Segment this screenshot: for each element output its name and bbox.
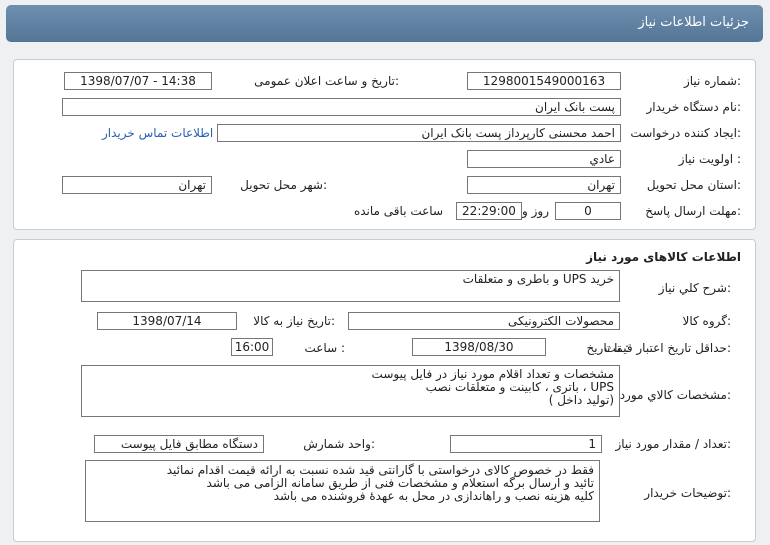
goods-group-field[interactable]: محصولات الکترونیکی (348, 312, 620, 330)
buyer-notes-label: توضیحات خریدار: (644, 486, 731, 500)
page-title: جزئیات اطلاعات نیاز (638, 15, 749, 30)
quantity-field[interactable]: 1 (450, 435, 602, 453)
need-date-label: تاریخ نیاز به کالا: (253, 314, 335, 328)
announce-date-label: تاریخ و ساعت اعلان عمومی: (254, 74, 399, 88)
page-header: جزئیات اطلاعات نیاز (6, 5, 763, 42)
buyer-org-field[interactable]: پست بانک ایران (62, 98, 621, 116)
province-field[interactable]: تهران (467, 176, 621, 194)
deadline-days-field[interactable]: 0 (555, 202, 621, 220)
unit-label: واحد شمارش: (303, 437, 375, 451)
requester-field[interactable]: احمد محسنی کارپرداز پست بانک ایران (217, 124, 621, 142)
goods-section-title: اطلاعات کالاهای مورد نیاز (586, 250, 741, 264)
summary-field[interactable]: خرید UPS و باطری و متعلقات (81, 270, 620, 302)
need-date-field[interactable]: 1398/07/14 (97, 312, 237, 330)
quantity-label: تعداد / مقدار مورد نیاز: (615, 437, 731, 451)
days-and-label: روز و (522, 204, 549, 218)
specs-line: UPS ، باتری ، کابینت و متعلقات نصب (425, 380, 614, 394)
priority-field[interactable]: عادي (467, 150, 621, 168)
summary-label: شرح کلي نیاز: (658, 281, 731, 295)
summary-text: خرید UPS و باطری و متعلقات (462, 272, 614, 286)
priority-label: اولویت نیاز : (678, 152, 741, 166)
buyer-org-label: نام دستگاه خریدار: (646, 100, 742, 114)
validity-hour-label: ساعت : (304, 341, 345, 355)
need-number-label: شماره نیاز: (683, 74, 741, 88)
validity-time-field[interactable]: 16:00 (231, 338, 273, 356)
province-label: استان محل تحویل: (646, 178, 741, 192)
deadline-label: مهلت ارسال پاسخ: (645, 204, 741, 218)
city-label: شهر محل تحویل: (240, 178, 327, 192)
buyer-notes-line: کلیه هزینه نصب و راهاندازی در محل به عهد… (273, 489, 594, 503)
unit-field[interactable]: دستگاه مطابق فایل پیوست (94, 435, 264, 453)
buyer-contact-link[interactable]: اطلاعات تماس خریدار (102, 126, 213, 140)
goods-group-label: گروه کالا: (682, 314, 732, 328)
requester-label: ایجاد کننده درخواست: (630, 126, 741, 140)
need-info-panel: شماره نیاز: 1298001549000163 تاریخ و ساع… (13, 59, 756, 230)
goods-info-panel: اطلاعات کالاهای مورد نیاز شرح کلي نیاز: … (13, 239, 756, 542)
deadline-time-field[interactable]: 22:29:00 (456, 202, 522, 220)
city-field[interactable]: تهران (62, 176, 212, 194)
until-date-label: تا تاریخ : (586, 341, 629, 355)
specs-line: (تولید داخل ) (548, 393, 614, 407)
buyer-notes-field[interactable]: فقط در خصوص کالای درخواستی با گارانتی قی… (85, 460, 600, 522)
need-number-field[interactable]: 1298001549000163 (467, 72, 621, 90)
remaining-label: ساعت باقی مانده (353, 204, 443, 218)
announce-date-field[interactable]: 1398/07/07 - 14:38 (64, 72, 212, 90)
validity-date-field[interactable]: 1398/08/30 (412, 338, 546, 356)
specs-field[interactable]: مشخصات و تعداد اقلام مورد نیاز در فایل پ… (81, 365, 620, 417)
